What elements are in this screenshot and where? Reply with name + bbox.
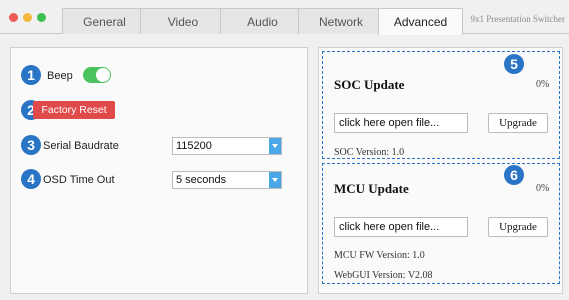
toggle-knob xyxy=(96,68,110,82)
beep-label: Beep xyxy=(47,70,73,82)
mcu-update-section: 6 MCU Update 0% click here open file... … xyxy=(322,163,560,284)
serial-baudrate-select[interactable]: 115200 xyxy=(172,137,282,155)
badge-3: 3 xyxy=(21,135,41,155)
tab-general[interactable]: General xyxy=(62,8,147,34)
close-window-dot-icon[interactable] xyxy=(9,13,18,22)
soc-file-input[interactable]: click here open file... xyxy=(334,113,468,133)
badge-4: 4 xyxy=(21,169,41,189)
soc-version: SOC Version: 1.0 xyxy=(334,147,405,158)
soc-update-section: 5 SOC Update 0% click here open file... … xyxy=(322,51,560,159)
serial-baudrate-label: Serial Baudrate xyxy=(43,140,119,152)
badge-5: 5 xyxy=(504,54,524,74)
badge-1: 1 xyxy=(21,65,41,85)
osd-timeout-label: OSD Time Out xyxy=(43,174,115,186)
mcu-progress: 0% xyxy=(536,183,550,194)
soc-upgrade-button[interactable]: Upgrade xyxy=(488,113,548,133)
mcu-fw-version: MCU FW Version: 1.0 xyxy=(334,250,425,261)
settings-panel: 1 Beep 2 Factory Reset 3 Serial Baudrate… xyxy=(10,47,308,294)
tab-video[interactable]: Video xyxy=(140,8,226,34)
maximize-window-dot-icon[interactable] xyxy=(37,13,46,22)
soc-progress: 0% xyxy=(536,79,550,90)
mcu-file-input[interactable]: click here open file... xyxy=(334,217,468,237)
chevron-down-icon[interactable] xyxy=(269,138,281,154)
mcu-file-input-text: click here open file... xyxy=(339,221,440,233)
tab-network[interactable]: Network xyxy=(298,8,384,34)
app-title: 9x1 Presentation Switcher xyxy=(470,14,565,24)
chevron-down-icon[interactable] xyxy=(269,172,281,188)
soc-file-input-text: click here open file... xyxy=(339,117,440,129)
tab-audio[interactable]: Audio xyxy=(220,8,305,34)
osd-timeout-select[interactable]: 5 seconds xyxy=(172,171,282,189)
mcu-upgrade-button[interactable]: Upgrade xyxy=(488,217,548,237)
mcu-update-title: MCU Update xyxy=(334,181,409,196)
serial-baudrate-value: 115200 xyxy=(176,140,212,152)
webgui-version: WebGUI Version: V2.08 xyxy=(334,270,433,281)
osd-timeout-value: 5 seconds xyxy=(176,174,227,186)
beep-toggle[interactable] xyxy=(83,67,111,83)
minimize-window-dot-icon[interactable] xyxy=(23,13,32,22)
title-bar: General Video Audio Network Advanced 9x1… xyxy=(0,0,569,35)
update-panel: 5 SOC Update 0% click here open file... … xyxy=(318,47,563,294)
soc-update-title: SOC Update xyxy=(334,77,405,92)
factory-reset-button[interactable]: Factory Reset xyxy=(33,101,115,119)
tab-advanced[interactable]: Advanced xyxy=(378,8,463,35)
badge-6: 6 xyxy=(504,165,524,185)
